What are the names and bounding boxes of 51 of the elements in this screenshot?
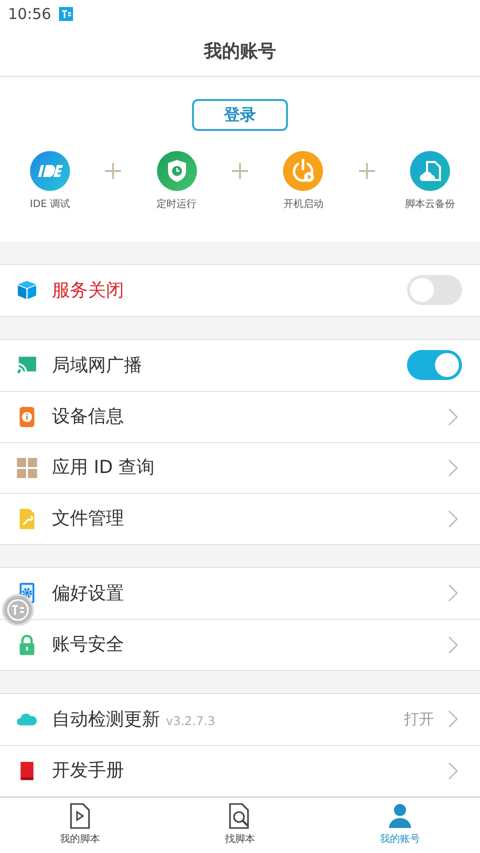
status-time: 10:56 [8, 4, 52, 25]
settings-row[interactable]: 文件管理 [0, 492, 480, 544]
row-label: 账号安全 [52, 633, 124, 658]
tab-button[interactable]: 我的脚本 [0, 798, 160, 853]
row-label: 局域网广播 [52, 354, 142, 378]
ide-icon[interactable] [30, 150, 70, 191]
row-label: 偏好设置 [52, 582, 124, 606]
plus-icon [358, 162, 375, 179]
feature-label: 定时运行 [156, 198, 197, 212]
chevron-right-icon [448, 510, 458, 528]
feature-label: 脚本云备份 [404, 198, 455, 212]
login-button[interactable]: 登录 [192, 98, 288, 131]
toggle-switch[interactable] [407, 350, 462, 380]
play-file-icon [69, 803, 91, 830]
shield-clock-icon[interactable] [156, 150, 197, 191]
power-icon[interactable] [283, 150, 324, 191]
row-label: 服务关闭 [52, 278, 124, 303]
feature-label: 开机启动 [283, 198, 324, 212]
settings-row[interactable]: 服务关闭 [0, 264, 480, 316]
floating-bubble-icon[interactable] [2, 594, 34, 626]
settings-row[interactable]: 应用 ID 查询 [0, 442, 480, 493]
search-file-icon [228, 803, 252, 830]
settings-row[interactable]: 设备信息 [0, 390, 480, 442]
chevron-right-icon [448, 710, 458, 728]
cloud-file-icon[interactable] [410, 150, 450, 191]
feature-label: IDE 调试 [30, 198, 70, 212]
chevron-right-icon [448, 636, 458, 654]
row-label: 设备信息 [52, 405, 124, 430]
person-icon [388, 803, 412, 830]
version-label: v3.2.7.3 [166, 713, 216, 730]
row-label: 开发手册 [52, 759, 124, 784]
row-value: 打开 [404, 708, 434, 730]
chevron-right-icon [448, 408, 458, 426]
tab-button[interactable]: 找脚本 [160, 798, 320, 853]
tab-button[interactable]: 我的账号 [320, 798, 480, 853]
page-title: 我的账号 [204, 40, 276, 64]
chevron-right-icon [448, 762, 458, 780]
plus-icon [105, 162, 122, 179]
cube-icon [16, 279, 38, 302]
chevron-right-icon [448, 458, 458, 477]
settings-row[interactable]: 开发手册 [0, 744, 480, 796]
row-label: 应用 ID 查询 [52, 456, 155, 480]
grid-icon [16, 456, 38, 479]
toggle-switch[interactable] [407, 275, 462, 306]
app-notification-icon [59, 6, 74, 21]
settings-row[interactable]: 自动检测更新 v3.2.7.3 打开 [0, 694, 480, 745]
chevron-right-icon [448, 584, 458, 602]
row-label: 文件管理 [52, 507, 124, 532]
settings-row[interactable]: 局域网广播 [0, 340, 480, 391]
plus-icon [232, 162, 248, 179]
row-label: 自动检测更新 [52, 708, 160, 732]
